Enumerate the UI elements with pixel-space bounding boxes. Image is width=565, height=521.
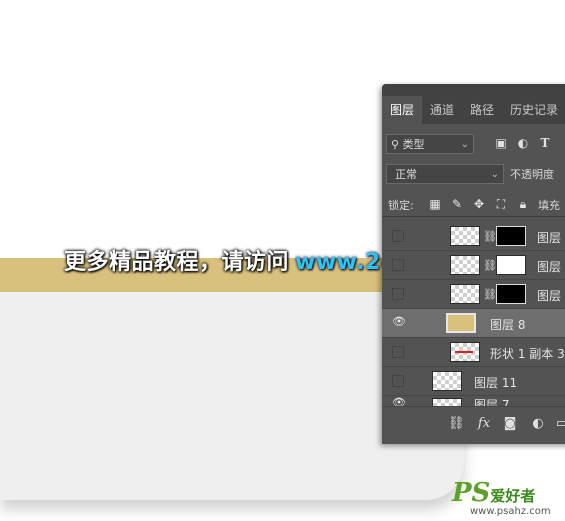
visibility-toggle[interactable] [392, 230, 404, 242]
layer-name: 图层 11 [474, 376, 518, 390]
group-icon[interactable]: ▭ [554, 416, 565, 432]
layer-thumbnail [450, 226, 480, 246]
lock-paint-icon[interactable]: ✎ [450, 197, 464, 211]
filter-row: ⚲ 类型 ⌄ ▣ ◐ T [382, 132, 565, 158]
lock-transparency-icon[interactable]: ▦ [428, 197, 442, 211]
layer-name: 图层 8 [490, 318, 526, 332]
fx-icon[interactable]: fx [476, 416, 492, 432]
adjustment-filter-icon[interactable]: ◐ [516, 136, 530, 150]
layer-row[interactable]: ⛓ 图层 [382, 251, 565, 280]
visibility-toggle[interactable] [392, 375, 404, 387]
logo-url: www.psahz.com [470, 506, 551, 517]
layer-name: 图层 [537, 260, 562, 274]
fill-label: 填充 [538, 199, 560, 212]
adjustment-layer-icon[interactable]: ◐ [530, 416, 546, 432]
lock-label: 锁定: [388, 199, 414, 212]
layer-mask-thumbnail[interactable] [496, 284, 526, 304]
layer-name: 图层 7 [474, 398, 510, 406]
tab-paths[interactable]: 路径 [462, 96, 502, 124]
layer-thumbnail [432, 371, 462, 391]
chevron-down-icon: ⌄ [460, 139, 469, 150]
layer-thumbnail [450, 255, 480, 275]
layer-thumbnail [450, 284, 480, 304]
layer-row[interactable]: 图层 11 [382, 367, 565, 396]
layer-name: 图层 [537, 289, 562, 303]
blend-row: 正常 ⌄ 不透明度 [382, 164, 565, 188]
chevron-down-icon: ⌄ [490, 169, 499, 180]
lock-position-icon[interactable]: ✥ [472, 197, 486, 211]
shape-preview [455, 351, 473, 353]
lock-row: 锁定: ▦ ✎ ✥ ⛶ 🔒︎ 填充 [382, 194, 565, 217]
blend-mode-select[interactable]: 正常 ⌄ [386, 164, 504, 184]
layer-mask-thumbnail[interactable] [496, 255, 526, 275]
site-logo: PS爱好者 [452, 478, 535, 508]
logo-cn: 爱好者 [490, 487, 536, 505]
visibility-toggle[interactable] [392, 346, 404, 358]
opacity-label: 不透明度 [510, 168, 554, 181]
chain-link-icon[interactable]: ⛓ [483, 259, 497, 272]
lock-artboard-icon[interactable]: ⛶ [494, 197, 508, 211]
panel-tabs: 图层 通道 路径 历史记录 [382, 96, 565, 124]
lock-all-icon[interactable]: 🔒︎ [516, 197, 530, 211]
tab-channels[interactable]: 通道 [422, 96, 462, 124]
layer-row[interactable]: ⛓ 图层 [382, 222, 565, 251]
search-icon: ⚲ [391, 138, 400, 151]
image-filter-icon[interactable]: ▣ [494, 136, 508, 150]
chain-link-icon[interactable]: ⛓ [483, 230, 497, 243]
eye-icon[interactable]: 👁︎ [392, 397, 406, 406]
layer-row[interactable]: 形状 1 副本 3 [382, 338, 565, 367]
layer-thumbnail [446, 313, 476, 333]
layer-row[interactable]: ⛓ 图层 [382, 280, 565, 309]
layer-thumbnail [432, 398, 462, 406]
layer-name: 图层 [537, 231, 562, 245]
add-mask-icon[interactable]: ◙ [502, 416, 518, 432]
visibility-toggle[interactable] [392, 288, 404, 300]
watermark-text: 更多精品教程，请访问 [64, 250, 290, 275]
chain-link-icon[interactable]: ⛓ [483, 288, 497, 301]
text-filter-icon[interactable]: T [538, 136, 552, 150]
visibility-toggle[interactable] [392, 259, 404, 271]
panel-header-strip [382, 84, 565, 96]
filter-value: 类型 [402, 138, 425, 151]
eye-icon[interactable]: 👁︎ [392, 316, 406, 329]
blend-mode-value: 正常 [395, 168, 417, 181]
tab-layers[interactable]: 图层 [382, 96, 423, 124]
tab-history[interactable]: 历史记录 [502, 96, 565, 124]
layer-row-selected[interactable]: 👁︎ 图层 8 [382, 309, 565, 338]
link-layers-icon[interactable]: ⛓ [448, 416, 465, 432]
layer-filter-select[interactable]: ⚲ 类型 ⌄ [386, 134, 474, 154]
panel-bottom-toolbar: ⛓ fx ◙ ◐ ▭ [382, 406, 565, 441]
shape-thumbnail [450, 342, 480, 362]
layer-row[interactable]: 👁︎ 图层 7 [382, 396, 565, 406]
layers-panel: 图层 通道 路径 历史记录 ⚲ 类型 ⌄ ▣ ◐ T 正常 ⌄ 不透明度 锁定:… [382, 84, 565, 444]
logo-ps: PS [452, 478, 491, 508]
layer-mask-thumbnail[interactable] [496, 226, 526, 246]
layer-name: 形状 1 副本 3 [490, 347, 565, 361]
